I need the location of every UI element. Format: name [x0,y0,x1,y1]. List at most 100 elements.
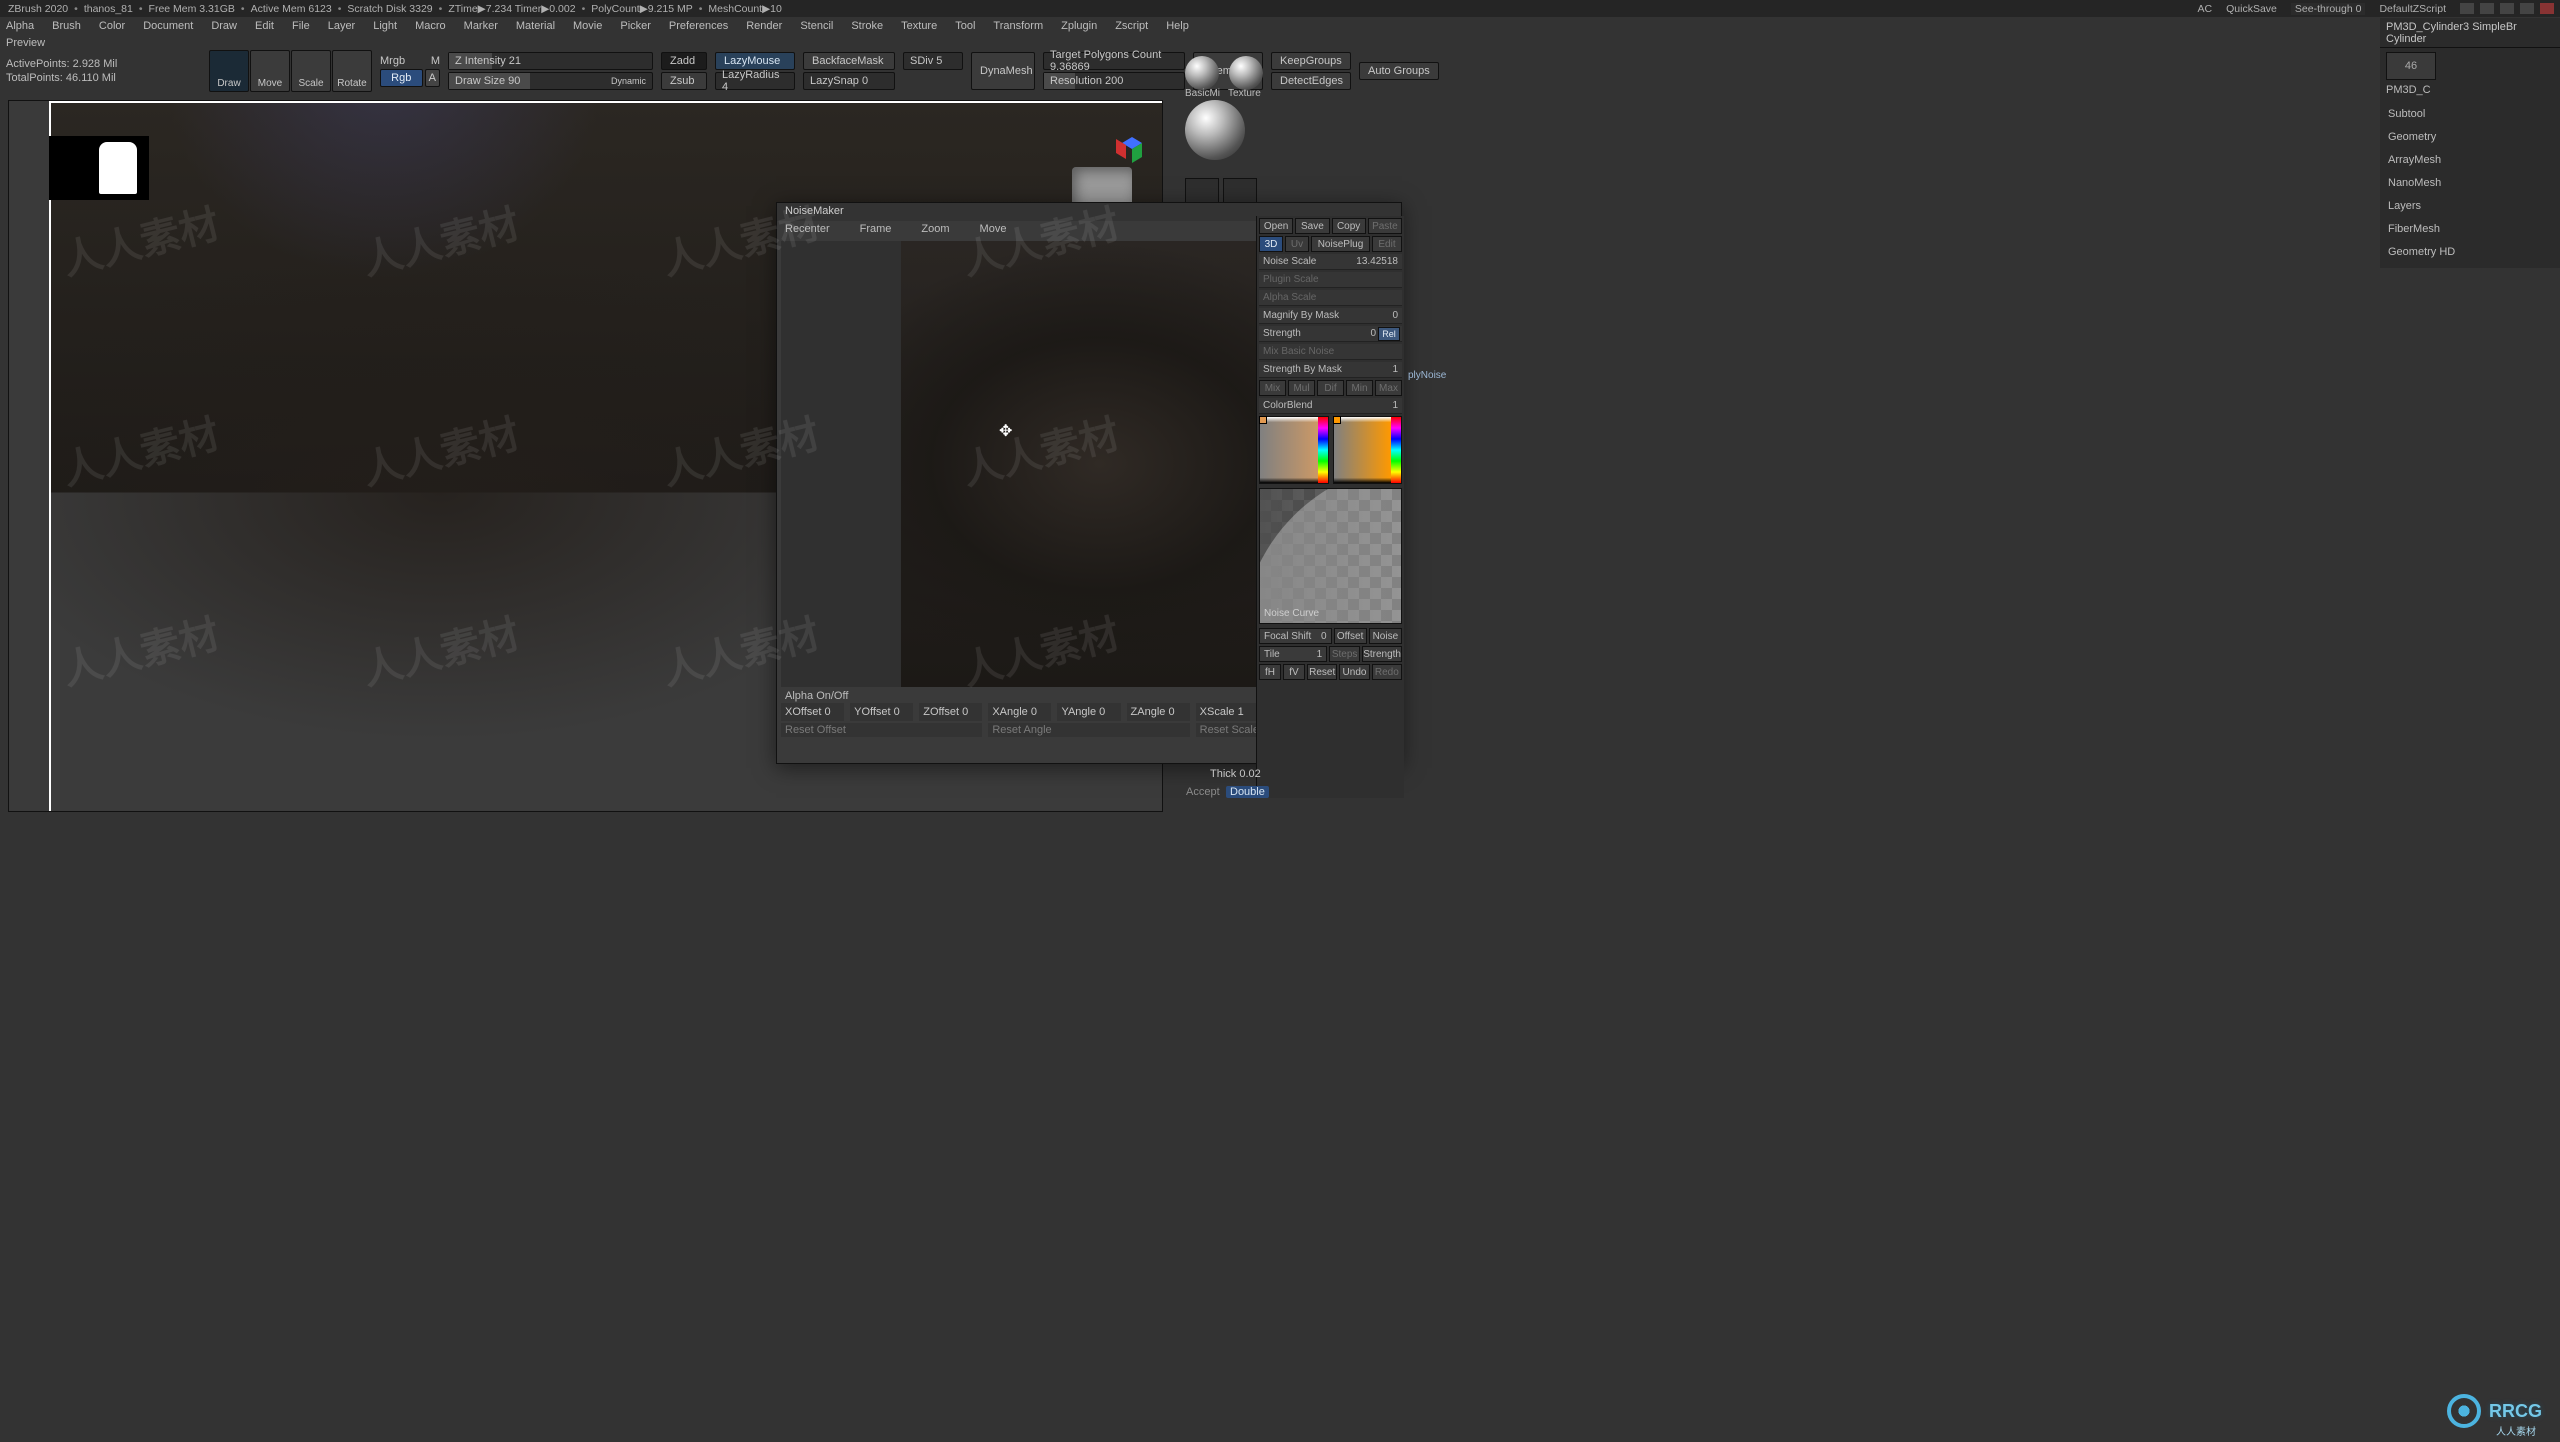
np-edit[interactable]: Edit [1372,236,1402,252]
noise-scale-slider[interactable]: Noise Scale13.42518 [1259,254,1402,270]
maximize-icon[interactable] [2520,3,2534,14]
menu-icon[interactable] [2480,3,2494,14]
target-poly-slider[interactable]: Target Polygons Count 9.36869 [1043,52,1185,70]
minimize-icon[interactable] [2500,3,2514,14]
steps-button[interactable]: Steps [1329,646,1360,662]
tool-index[interactable]: 46 [2386,52,2436,80]
reset-offset-button[interactable]: Reset Offset [781,723,982,737]
palette-geometry[interactable]: Geometry [2386,127,2554,147]
menu-layer[interactable]: Layer [328,20,356,32]
palette-fibermesh[interactable]: FiberMesh [2386,219,2554,239]
lazymouse-toggle[interactable]: LazyMouse [715,52,795,70]
mode-draw[interactable]: Draw [209,50,249,92]
tool-current[interactable]: PM3D_C [2380,84,2560,100]
mix-mode-dif[interactable]: Dif [1317,380,1344,396]
np-save[interactable]: Save [1295,218,1329,234]
np-noiseplug[interactable]: NoisePlug [1311,236,1370,252]
reset-angle-button[interactable]: Reset Angle [988,723,1189,737]
see-through-slider[interactable]: See-through 0 [2291,3,2366,15]
focal-shift-slider[interactable]: Focal Shift0 [1259,628,1332,644]
menu-alpha[interactable]: Alpha [6,20,34,32]
detectedges-button[interactable]: DetectEdges [1271,72,1351,90]
menu-help[interactable]: Help [1166,20,1189,32]
menu-material[interactable]: Material [516,20,555,32]
resolution-slider[interactable]: Resolution 200 [1043,72,1185,90]
zoffset-slider[interactable]: ZOffset 0 [919,703,982,721]
menu-marker[interactable]: Marker [464,20,498,32]
lazyradius-slider[interactable]: LazyRadius 4 [715,72,795,90]
mix-basic-noise[interactable]: Mix Basic Noise [1259,344,1402,360]
menu-stencil[interactable]: Stencil [800,20,833,32]
mode-scale[interactable]: Scale [291,50,331,92]
np-copy[interactable]: Copy [1332,218,1366,234]
menu-light[interactable]: Light [373,20,397,32]
alpha-scale-slider[interactable]: Alpha Scale [1259,290,1402,306]
np-uv-toggle[interactable]: Uv [1285,236,1309,252]
nm-move[interactable]: Move [980,223,1007,237]
menu-file[interactable]: File [292,20,310,32]
fv-button[interactable]: fV [1283,664,1305,680]
a-toggle[interactable]: A [425,69,441,87]
np-open[interactable]: Open [1259,218,1293,234]
np-paste[interactable]: Paste [1368,218,1402,234]
menu-picker[interactable]: Picker [620,20,651,32]
colorblend-slider[interactable]: ColorBlend1 [1259,398,1402,414]
backfacemask-toggle[interactable]: BackfaceMask [803,52,895,70]
mix-mode-mul[interactable]: Mul [1288,380,1315,396]
sdiv-slider[interactable]: SDiv 5 [903,52,963,70]
mode-move[interactable]: Move [250,50,290,92]
accept-button[interactable]: Accept [1186,786,1220,798]
material-sphere-icon[interactable] [1229,56,1263,90]
palette-geometryhd[interactable]: Geometry HD [2386,242,2554,262]
menu-texture[interactable]: Texture [901,20,937,32]
noise-button[interactable]: Noise [1369,628,1402,644]
mix-mode-min[interactable]: Min [1346,380,1373,396]
menu-transform[interactable]: Transform [993,20,1043,32]
menu-document[interactable]: Document [143,20,193,32]
yoffset-slider[interactable]: YOffset 0 [850,703,913,721]
magnify-by-mask-slider[interactable]: Magnify By Mask0 [1259,308,1402,324]
np-3d-toggle[interactable]: 3D [1259,236,1283,252]
undo-button[interactable]: Undo [1339,664,1369,680]
strength-slider[interactable]: Strength0Rel [1259,326,1402,342]
keepgroups-button[interactable]: KeepGroups [1271,52,1351,70]
nm-recenter[interactable]: Recenter [785,223,830,237]
xscale-slider[interactable]: XScale 1 [1196,703,1259,721]
m-label[interactable]: M [431,55,440,67]
menu-preferences[interactable]: Preferences [669,20,728,32]
zsub-button[interactable]: Zsub [661,72,707,90]
quicksave-button[interactable]: QuickSave [2226,3,2277,15]
strength-by-mask-slider[interactable]: Strength By Mask1 [1259,362,1402,378]
color-picker-a[interactable] [1259,416,1329,484]
material-sphere-icon[interactable] [1185,56,1219,90]
defaultzscript-button[interactable]: DefaultZScript [2379,3,2446,15]
autogroups-button[interactable]: Auto Groups [1359,62,1439,80]
color-picker-b[interactable] [1333,416,1403,484]
tile-slider[interactable]: Tile1 [1259,646,1327,662]
yangle-slider[interactable]: YAngle 0 [1057,703,1120,721]
rel-toggle[interactable]: Rel [1378,327,1400,341]
palette-layers[interactable]: Layers [2386,196,2554,216]
mode-rotate[interactable]: Rotate [332,50,372,92]
menu-stroke[interactable]: Stroke [851,20,883,32]
menu-brush[interactable]: Brush [52,20,81,32]
nm-frame[interactable]: Frame [860,223,892,237]
palette-subtool[interactable]: Subtool [2386,104,2554,124]
zangle-slider[interactable]: ZAngle 0 [1127,703,1190,721]
redo-button[interactable]: Redo [1372,664,1402,680]
fh-button[interactable]: fH [1259,664,1281,680]
menu-color[interactable]: Color [99,20,125,32]
zadd-button[interactable]: Zadd [661,52,707,70]
rgb-toggle[interactable]: Rgb [380,69,423,87]
menu-icon[interactable] [2460,3,2474,14]
menu-edit[interactable]: Edit [255,20,274,32]
thick-slider[interactable]: Thick 0.02 [1210,768,1261,780]
offset-button[interactable]: Offset [1334,628,1367,644]
plugin-scale-slider[interactable]: Plugin Scale [1259,272,1402,288]
current-material-icon[interactable] [1185,100,1245,160]
strength-button[interactable]: Strength [1362,646,1402,662]
lazysnap-slider[interactable]: LazySnap 0 [803,72,895,90]
draw-size-slider[interactable]: Draw Size 90Dynamic [448,72,653,90]
xoffset-slider[interactable]: XOffset 0 [781,703,844,721]
palette-arraymesh[interactable]: ArrayMesh [2386,150,2554,170]
